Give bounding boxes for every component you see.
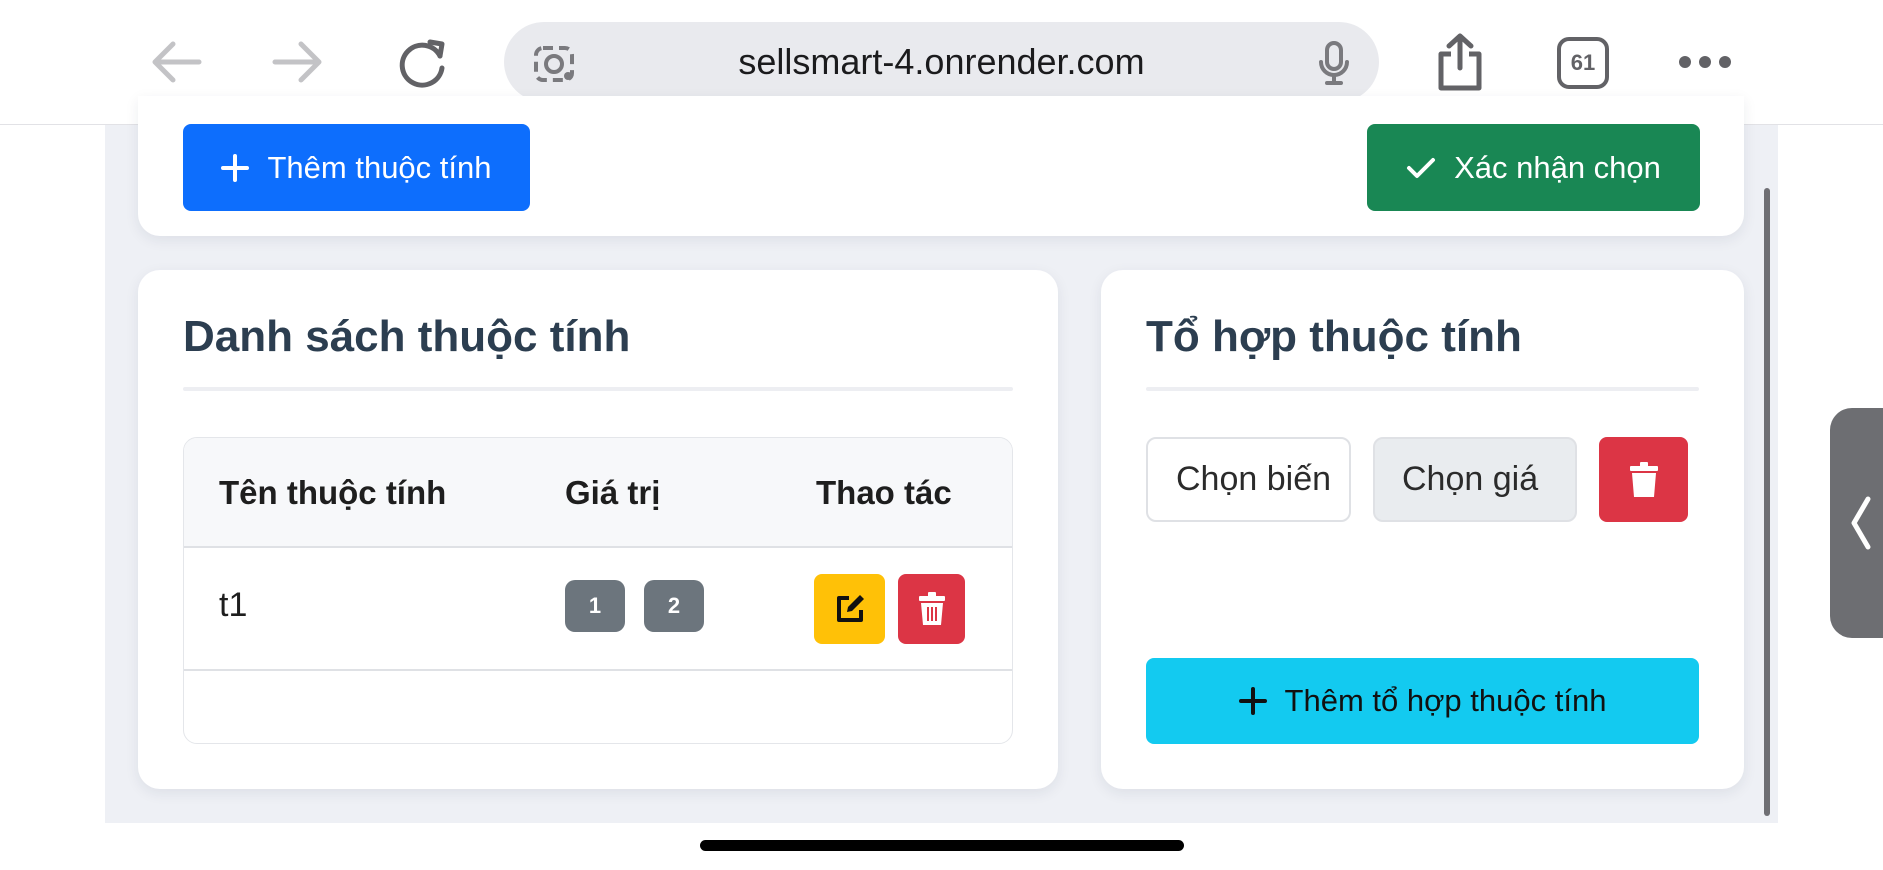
- value-badge: 2: [644, 580, 704, 632]
- value-badge: 1: [565, 580, 625, 632]
- delete-button[interactable]: [898, 574, 965, 644]
- home-indicator: [700, 840, 1184, 851]
- column-header-value: Giá trị: [565, 474, 661, 511]
- address-bar[interactable]: sellsmart-4.onrender.com: [504, 22, 1379, 102]
- url-text: sellsmart-4.onrender.com: [738, 41, 1145, 82]
- reload-icon: [399, 39, 445, 88]
- variant-select-label: Chọn biến: [1176, 460, 1332, 498]
- add-attribute-label: Thêm thuộc tính: [267, 149, 492, 185]
- forward-arrow-icon: [272, 41, 322, 83]
- action-card: Thêm thuộc tính Xác nhận chọn: [138, 96, 1744, 236]
- plus-icon: [1238, 687, 1267, 715]
- trash-icon: [918, 592, 945, 625]
- tab-count: 61: [1570, 50, 1596, 75]
- confirm-label: Xác nhận chọn: [1454, 149, 1661, 185]
- remove-combination-button[interactable]: [1599, 437, 1688, 522]
- back-arrow-icon: [152, 41, 202, 83]
- combination-title: Tổ hợp thuộc tính: [1146, 312, 1522, 361]
- page-scrollbar[interactable]: [1764, 188, 1770, 816]
- variant-select[interactable]: Chọn biến: [1146, 437, 1351, 522]
- mic-icon[interactable]: [1317, 40, 1351, 86]
- back-button[interactable]: [146, 32, 206, 92]
- attribute-list-title: Danh sách thuộc tính: [183, 312, 631, 361]
- check-icon: [1407, 157, 1436, 178]
- add-combination-button[interactable]: Thêm tổ hợp thuộc tính: [1146, 658, 1699, 744]
- value-select[interactable]: Chọn giá: [1373, 437, 1577, 522]
- attribute-table: Tên thuộc tính Giá trị Thao tác t1 1 2: [183, 437, 1013, 744]
- more-icon: [1679, 56, 1731, 68]
- attribute-name: t1: [219, 586, 248, 624]
- column-header-actions: Thao tác: [816, 474, 952, 511]
- combination-divider: [1146, 387, 1699, 391]
- more-button[interactable]: [1675, 32, 1735, 92]
- value-select-label: Chọn giá: [1402, 460, 1539, 498]
- add-combination-label: Thêm tổ hợp thuộc tính: [1284, 683, 1607, 718]
- attribute-list-divider: [183, 387, 1013, 391]
- share-icon: [1438, 33, 1482, 91]
- add-attribute-button[interactable]: Thêm thuộc tính: [183, 124, 530, 211]
- edit-icon: [836, 595, 864, 622]
- table-header: Tên thuộc tính Giá trị Thao tác: [184, 438, 1012, 548]
- trash-icon: [1629, 461, 1658, 497]
- edit-button[interactable]: [814, 574, 885, 644]
- reload-button[interactable]: [392, 32, 452, 92]
- table-row: t1 1 2: [184, 548, 1012, 671]
- confirm-selection-button[interactable]: Xác nhận chọn: [1367, 124, 1700, 211]
- share-button[interactable]: [1430, 32, 1490, 92]
- tabs-icon[interactable]: 61: [1557, 37, 1609, 89]
- side-panel-handle[interactable]: [1830, 408, 1883, 638]
- chevron-left-icon: [1851, 496, 1871, 550]
- column-header-name: Tên thuộc tính: [219, 474, 447, 511]
- plus-icon: [221, 153, 250, 182]
- forward-button[interactable]: [268, 32, 328, 92]
